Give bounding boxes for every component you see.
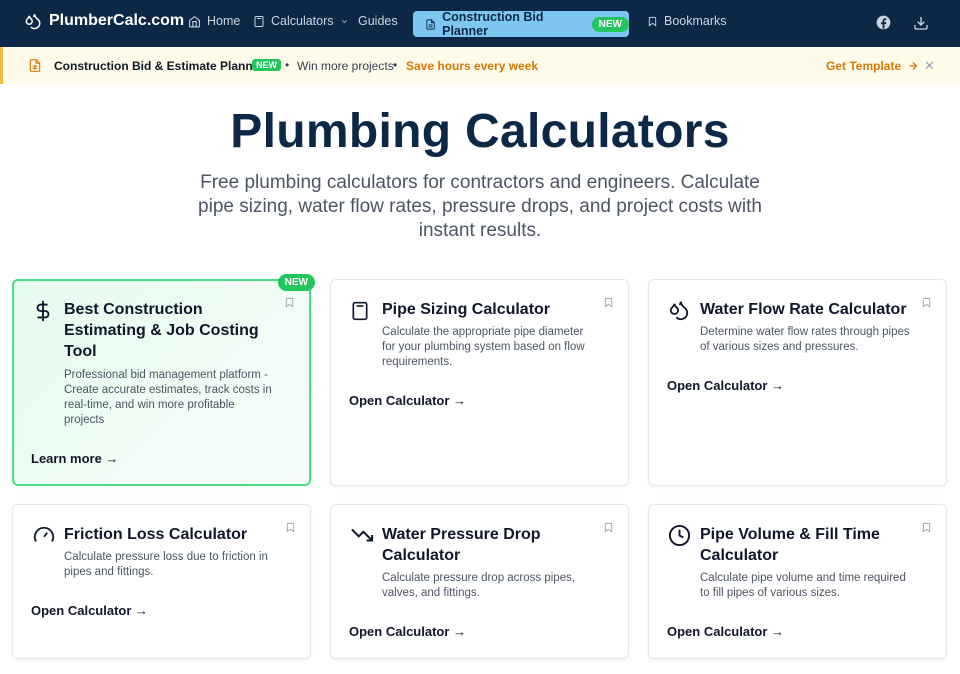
- calculator-card-estimating-tool[interactable]: NEW Best Construction Estimating & Job C…: [12, 274, 315, 486]
- calculator-card-pipe-sizing[interactable]: Pipe Sizing Calculator Calculate the app…: [330, 279, 629, 486]
- construction-bid-planner-button[interactable]: Construction Bid Planner NEW: [413, 10, 629, 38]
- nav-guides-link[interactable]: Guides: [358, 14, 398, 28]
- top-navbar: PlumberCalc.com Home Calculators Guides …: [0, 0, 960, 47]
- card-title: Water Flow Rate Calculator: [700, 301, 907, 318]
- new-badge: NEW: [591, 16, 629, 32]
- bookmark-icon[interactable]: [603, 521, 614, 534]
- nav-home-link[interactable]: Home: [188, 14, 240, 28]
- banner-separator: •: [285, 58, 290, 72]
- page-title: Plumbing Calculators: [230, 105, 730, 158]
- bookmark-icon[interactable]: [921, 521, 932, 534]
- document-icon: [426, 18, 435, 30]
- get-template-link[interactable]: Get Template: [826, 59, 919, 73]
- gauge-icon: [33, 526, 55, 542]
- calculator-icon: [352, 301, 368, 321]
- home-icon: [189, 15, 200, 27]
- open-calculator-link[interactable]: Open Calculator →: [667, 378, 784, 393]
- clock-icon: [668, 524, 691, 547]
- bookmark-icon[interactable]: [603, 296, 614, 309]
- banner-text: Win more projects: [297, 59, 394, 73]
- card-title: Pipe Sizing Calculator: [382, 301, 551, 318]
- nav-bookmarks-link[interactable]: Bookmarks: [647, 14, 727, 28]
- card-description: Professional bid management platform - C…: [64, 369, 272, 426]
- card-title: Best Construction Estimating & Job Costi…: [64, 301, 259, 360]
- calculator-card-water-pressure-drop[interactable]: Water Pressure Drop Calculator Calculate…: [330, 504, 629, 659]
- nav-home-label: Home: [207, 14, 241, 28]
- chevron-down-icon: [341, 19, 347, 23]
- card-description: Calculate pressure drop across pipes, va…: [382, 572, 576, 599]
- card-description: Calculate pipe volume and time required …: [700, 572, 906, 599]
- spreadsheet-icon: [29, 59, 41, 72]
- card-title: Pipe Volume & Fill Time Calculator: [700, 526, 880, 564]
- card-description: Calculate pressure loss due to friction …: [64, 551, 268, 578]
- get-template-label: Get Template: [826, 59, 902, 73]
- calculator-card-water-flow-rate[interactable]: Water Flow Rate Calculator Determine wat…: [648, 279, 947, 486]
- download-icon[interactable]: [913, 15, 929, 31]
- open-calculator-link[interactable]: Open Calculator →: [349, 624, 466, 639]
- brand-logo[interactable]: PlumberCalc.com: [24, 12, 184, 30]
- nav-calculators-link[interactable]: Calculators: [253, 14, 349, 28]
- banner-title: Construction Bid & Estimate Planner: [54, 59, 265, 73]
- arrow-right-icon: [909, 62, 918, 70]
- droplets-icon: [25, 14, 41, 30]
- close-icon[interactable]: ✕: [924, 58, 935, 74]
- banner-separator: •: [393, 58, 398, 72]
- bookmark-icon[interactable]: [284, 296, 295, 309]
- nav-guides-label: Guides: [358, 14, 398, 28]
- bookmark-icon: [648, 16, 657, 27]
- dollar-icon: [36, 300, 50, 322]
- banner-highlight: Save hours every week: [406, 59, 539, 73]
- nav-bookmarks-label: Bookmarks: [664, 14, 727, 28]
- brand-name: PlumberCalc.com: [49, 12, 185, 29]
- calculator-card-friction-loss[interactable]: Friction Loss Calculator Calculate press…: [12, 504, 311, 659]
- open-calculator-link[interactable]: Open Calculator →: [31, 603, 148, 618]
- card-description: Calculate the appropriate pipe diameter …: [382, 326, 585, 368]
- calculator-icon: [254, 15, 264, 27]
- banner-new-badge: NEW: [252, 59, 281, 71]
- promo-banner: Construction Bid & Estimate Planner NEW …: [0, 47, 960, 84]
- nav-calculators-label: Calculators: [271, 14, 334, 28]
- learn-more-link[interactable]: Learn more →: [31, 451, 118, 466]
- card-title: Friction Loss Calculator: [64, 526, 248, 543]
- page-subtitle: Free plumbing calculators for contractor…: [198, 172, 762, 241]
- open-calculator-link[interactable]: Open Calculator →: [349, 393, 466, 408]
- bookmark-icon[interactable]: [285, 521, 296, 534]
- cta-label: Construction Bid Planner: [442, 10, 544, 38]
- trending-down-icon: [351, 528, 374, 542]
- calculator-card-pipe-volume[interactable]: Pipe Volume & Fill Time Calculator Calcu…: [648, 504, 947, 659]
- card-description: Determine water flow rates through pipes…: [700, 326, 910, 353]
- droplets-icon: [669, 301, 689, 321]
- new-badge: NEW: [277, 274, 315, 291]
- card-title: Water Pressure Drop Calculator: [382, 526, 541, 564]
- facebook-icon[interactable]: [876, 15, 891, 30]
- open-calculator-link[interactable]: Open Calculator →: [667, 624, 784, 639]
